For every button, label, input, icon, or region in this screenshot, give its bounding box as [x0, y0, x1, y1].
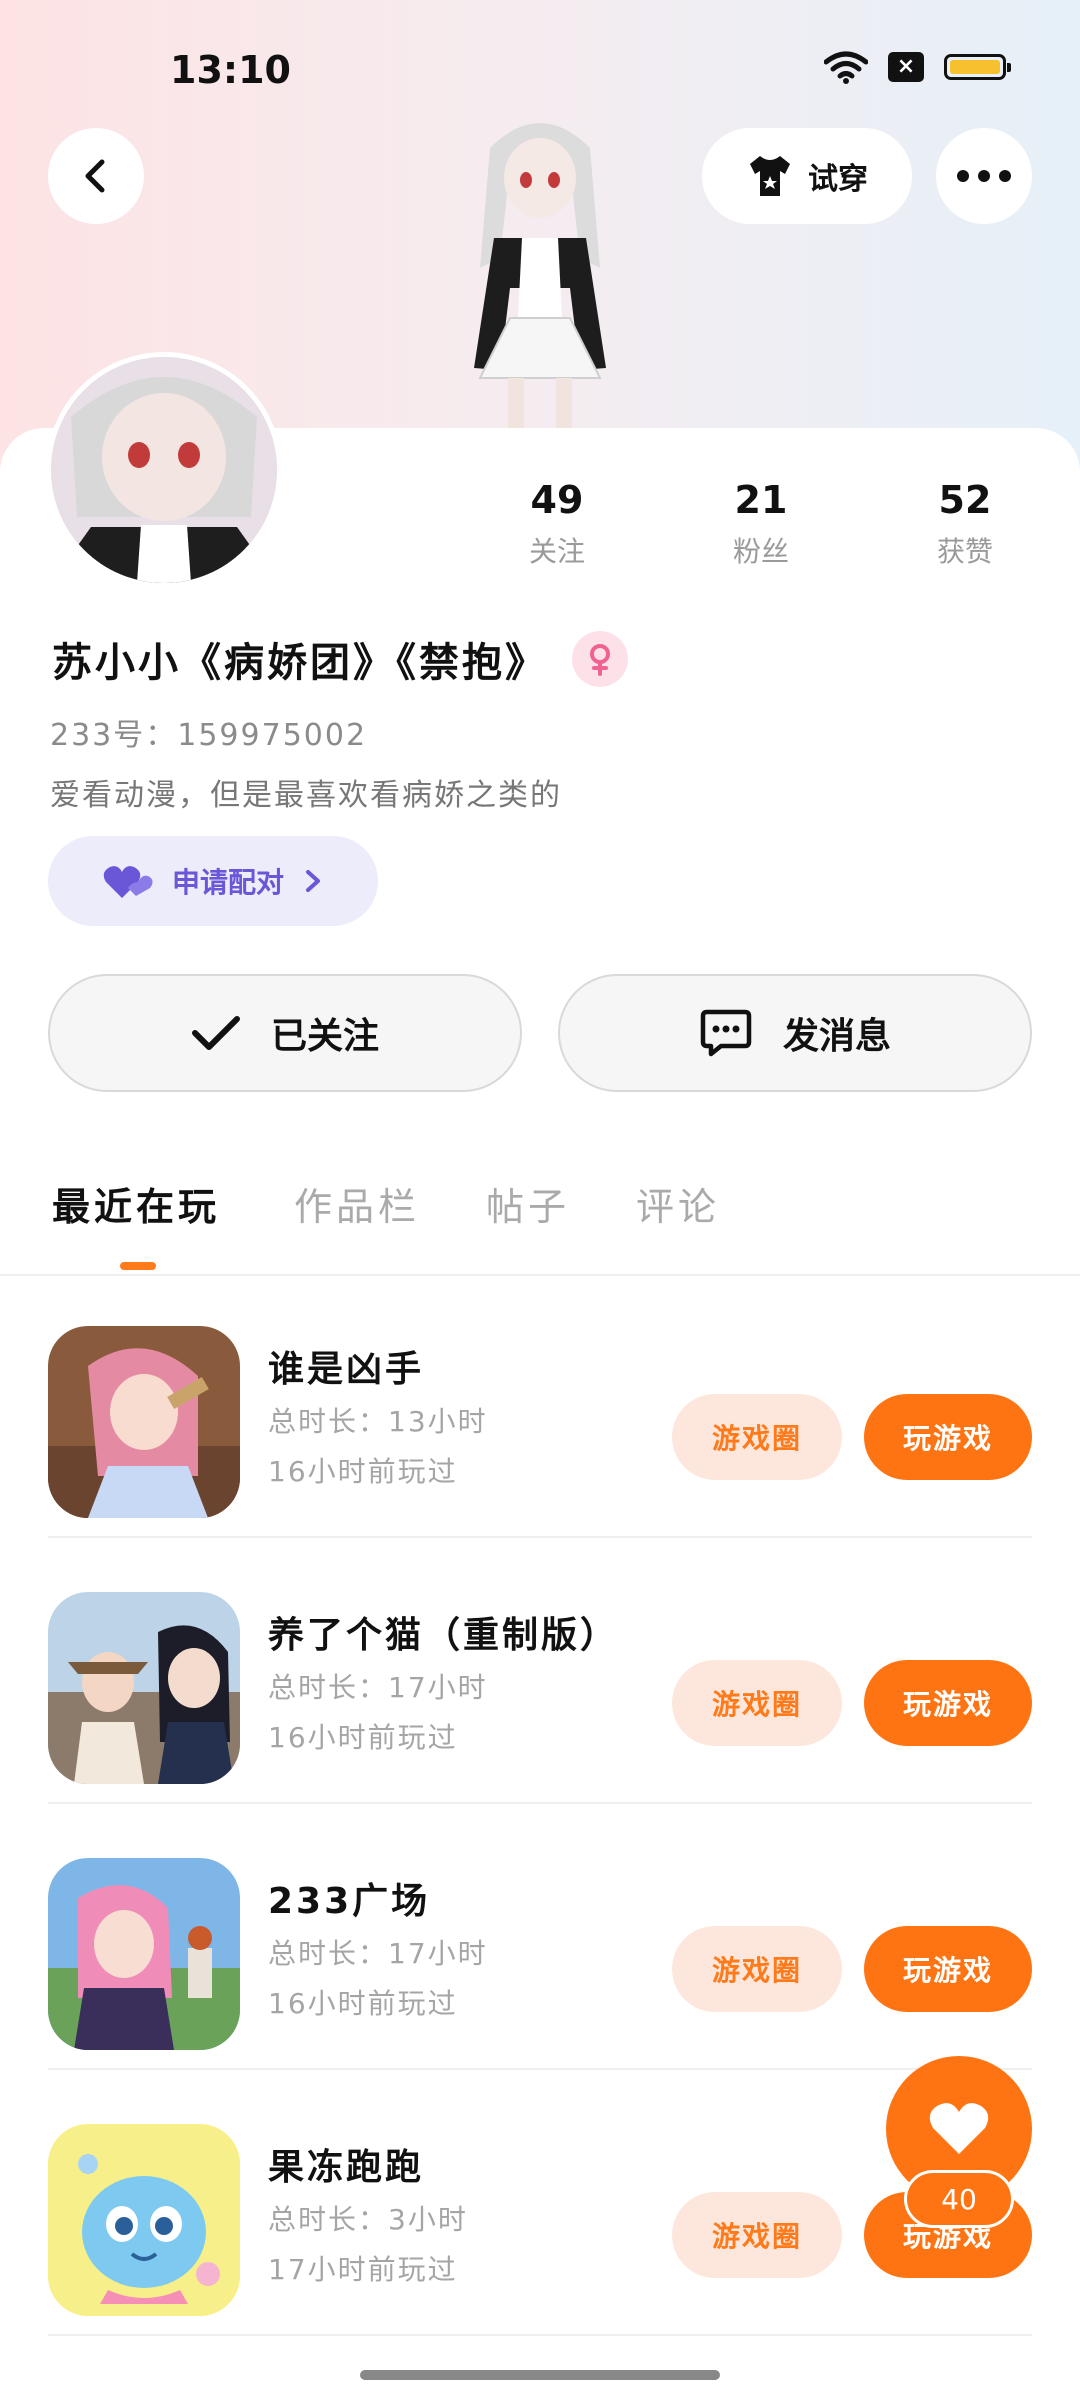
no-sim-icon: ×: [888, 52, 924, 82]
play-game-button[interactable]: 玩游戏: [864, 1394, 1032, 1480]
game-last-played: 16小时前玩过: [268, 1987, 458, 2020]
followed-label: 已关注: [270, 1016, 379, 1057]
tab-recently-played[interactable]: 最近在玩: [52, 1176, 220, 1231]
back-button[interactable]: [48, 128, 144, 224]
game-row[interactable]: 谁是凶手 总时长：13小时 16小时前玩过 游戏圈 玩游戏: [48, 1270, 1032, 1538]
game-row[interactable]: 养了个猫（重制版） 总时长：17小时 16小时前玩过 游戏圈 玩游戏: [48, 1536, 1032, 1804]
game-icon[interactable]: [48, 1592, 240, 1784]
send-message-label: 发消息: [782, 1016, 891, 1057]
checkmark-icon: [191, 1016, 240, 1050]
tab-comments[interactable]: 评论: [636, 1176, 720, 1231]
game-circle-button[interactable]: 游戏圈: [672, 2192, 842, 2278]
game-icon[interactable]: [48, 1326, 240, 1518]
game-row[interactable]: 233广场 总时长：17小时 16小时前玩过 游戏圈 玩游戏: [48, 1802, 1032, 2070]
stat-following[interactable]: 49 关注: [482, 478, 632, 570]
name-row: 苏小小《病娇团》《禁抱》: [52, 630, 628, 688]
wifi-icon: [824, 51, 868, 84]
chevron-left-icon: [85, 159, 105, 193]
game-title: 233广场: [268, 1881, 431, 1922]
profile-tabs: 最近在玩 作品栏 帖子 评论: [0, 1176, 1080, 1276]
stat-likes-label: 获赞: [936, 535, 993, 568]
stat-likes-value: 52: [938, 478, 992, 522]
status-time: 13:10: [170, 48, 291, 92]
try-on-button[interactable]: 试穿: [702, 128, 912, 224]
user-bio: 爱看动漫，但是最喜欢看病娇之类的: [50, 778, 562, 813]
home-indicator[interactable]: [360, 2370, 720, 2380]
try-on-label: 试穿: [808, 162, 868, 197]
game-icon[interactable]: [48, 1858, 240, 2050]
stat-likes[interactable]: 52 获赞: [890, 478, 1040, 570]
game-last-played: 17小时前玩过: [268, 2253, 458, 2286]
game-duration: 总时长：17小时: [268, 1671, 488, 1704]
stat-fans[interactable]: 21 粉丝: [686, 478, 836, 570]
followed-button[interactable]: 已关注: [48, 974, 522, 1092]
stat-following-value: 49: [530, 478, 584, 522]
game-title: 果冻跑跑: [268, 2147, 425, 2188]
game-row[interactable]: 果冻跑跑 总时长：3小时 17小时前玩过 游戏圈 玩游戏: [48, 2068, 1032, 2336]
game-last-played: 16小时前玩过: [268, 1455, 458, 1488]
like-count-badge: 40: [904, 2170, 1014, 2228]
more-button[interactable]: [936, 128, 1032, 224]
send-message-button[interactable]: 发消息: [558, 974, 1032, 1092]
active-tab-indicator: [120, 1262, 156, 1270]
tab-posts[interactable]: 帖子: [486, 1176, 570, 1231]
profile-name: 苏小小《病娇团》《禁抱》: [52, 640, 548, 686]
game-duration: 总时长：17小时: [268, 1937, 488, 1970]
game-icon[interactable]: [48, 2124, 240, 2316]
apply-pair-button[interactable]: 申请配对: [48, 836, 378, 926]
play-game-button[interactable]: 玩游戏: [864, 1660, 1032, 1746]
apply-pair-label: 申请配对: [171, 866, 284, 899]
tab-works[interactable]: 作品栏: [294, 1176, 420, 1231]
stat-following-label: 关注: [528, 535, 585, 568]
game-circle-button[interactable]: 游戏圈: [672, 1660, 842, 1746]
avatar[interactable]: [46, 352, 282, 588]
play-game-button[interactable]: 玩游戏: [864, 1926, 1032, 2012]
game-duration: 总时长：3小时: [268, 2203, 468, 2236]
female-gender-icon: [572, 631, 628, 687]
user-id: 233号：159975002: [50, 718, 368, 753]
tshirt-icon: [750, 156, 790, 196]
double-heart-icon: [103, 866, 153, 898]
status-icons: ×: [824, 50, 1011, 84]
stat-fans-value: 21: [734, 478, 788, 522]
heart-icon: [929, 2103, 989, 2154]
battery-icon: [944, 54, 1011, 80]
stat-fans-label: 粉丝: [732, 535, 789, 568]
game-title: 谁是凶手: [268, 1349, 425, 1390]
game-last-played: 16小时前玩过: [268, 1721, 458, 1754]
game-title: 养了个猫（重制版）: [268, 1615, 620, 1656]
chat-bubble-icon: [700, 1009, 752, 1057]
more-dots-icon: [957, 170, 1011, 182]
game-circle-button[interactable]: 游戏圈: [672, 1394, 842, 1480]
avatar-3d-figure: [474, 123, 606, 468]
avatar-image: [51, 357, 277, 583]
game-circle-button[interactable]: 游戏圈: [672, 1926, 842, 2012]
game-duration: 总时长：13小时: [268, 1405, 488, 1438]
chevron-right-icon: [306, 870, 320, 892]
